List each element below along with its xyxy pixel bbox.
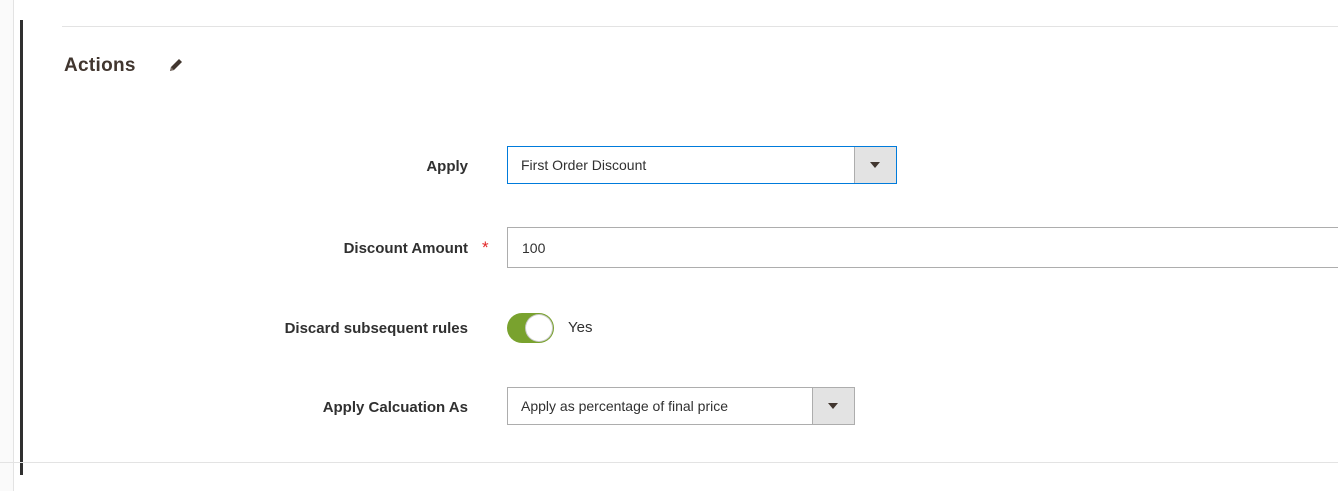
apply-select-toggle[interactable] xyxy=(854,147,896,183)
apply-select[interactable]: First Order Discount xyxy=(507,146,897,184)
calc-as-select[interactable]: Apply as percentage of final price xyxy=(507,387,855,425)
calc-as-select-toggle[interactable] xyxy=(812,388,854,424)
section-title: Actions xyxy=(64,55,136,76)
calc-as-select-value: Apply as percentage of final price xyxy=(521,398,729,414)
discard-rules-state: Yes xyxy=(568,319,593,336)
section-divider-bottom xyxy=(0,462,1338,463)
apply-select-value: First Order Discount xyxy=(521,157,647,173)
required-asterisk: * xyxy=(482,238,489,257)
discount-amount-input[interactable]: 100 xyxy=(507,227,1338,268)
discount-amount-label: Discount Amount xyxy=(343,240,468,257)
chevron-down-icon xyxy=(870,162,880,168)
discount-amount-value: 100 xyxy=(522,240,546,256)
chevron-down-icon xyxy=(828,403,838,409)
calc-as-label: Apply Calcuation As xyxy=(322,399,468,416)
section-divider-top xyxy=(62,26,1338,27)
toggle-knob xyxy=(526,315,552,341)
discard-rules-toggle[interactable] xyxy=(507,313,554,343)
apply-label: Apply xyxy=(426,158,468,175)
discard-rules-label: Discard subsequent rules xyxy=(284,320,468,337)
pencil-icon[interactable] xyxy=(167,56,185,74)
